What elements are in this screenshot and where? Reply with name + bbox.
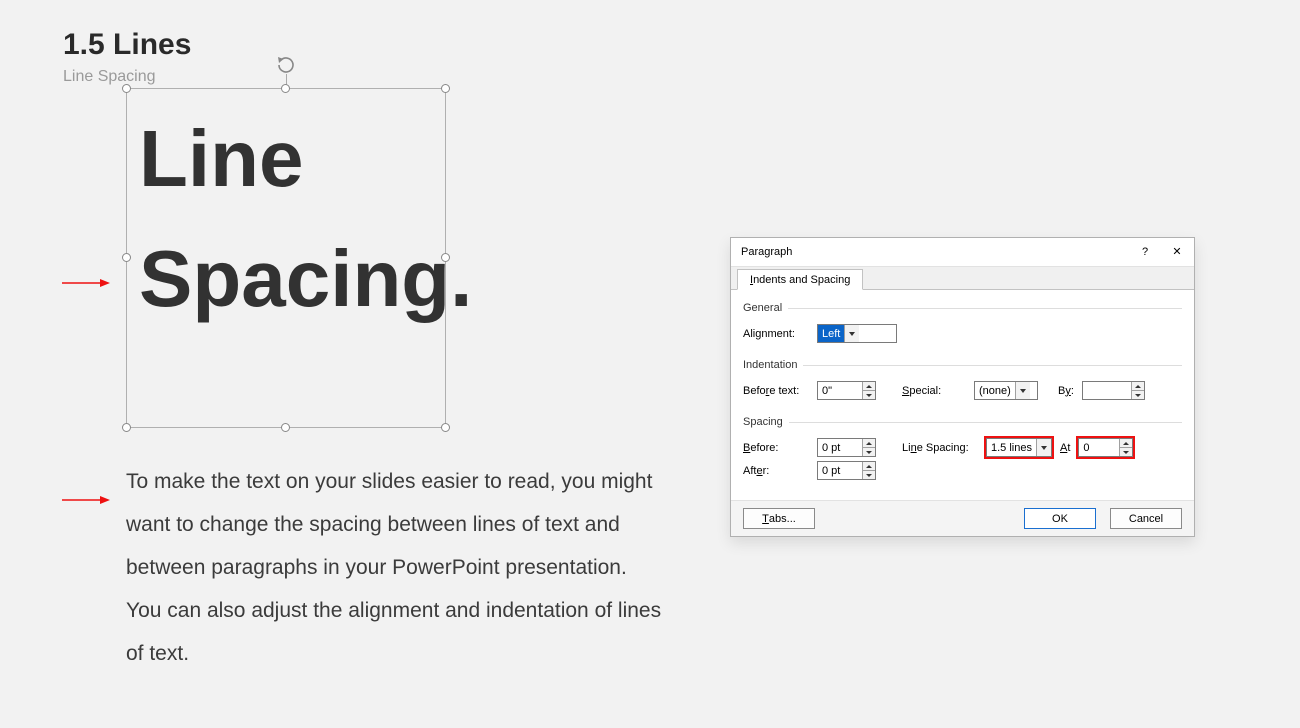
at-spinner[interactable]: 0 [1078, 438, 1133, 457]
alignment-value: Left [818, 325, 844, 342]
tab-label: Indents and Spacing [750, 274, 850, 286]
page-subtitle: Line Spacing [63, 68, 156, 86]
arrow-indicator-2 [62, 495, 110, 505]
resize-handle-tr[interactable] [441, 84, 450, 93]
dialog-title: Paragraph [741, 238, 792, 266]
textbox-content[interactable]: Line Spacing. [127, 89, 445, 339]
group-spacing: Spacing Before: 0 pt Line Spacing: 1.5 l… [743, 416, 1182, 486]
before-text-value: 0" [818, 382, 862, 399]
group-spacing-legend: Spacing [743, 416, 789, 428]
spacing-before-value: 0 pt [818, 439, 862, 456]
by-spinner[interactable] [1082, 381, 1145, 400]
resize-handle-tm[interactable] [281, 84, 290, 93]
spin-down-icon[interactable] [863, 471, 875, 479]
before-text-label: Before text: [743, 385, 809, 397]
chevron-down-icon[interactable] [1015, 382, 1030, 399]
at-value: 0 [1079, 439, 1119, 456]
resize-handle-mr[interactable] [441, 253, 450, 262]
chevron-down-icon[interactable] [844, 325, 859, 342]
paragraph-dialog: Paragraph ? ✕ Indents and Spacing Genera… [730, 237, 1195, 537]
special-label: Special: [902, 385, 966, 397]
resize-handle-ml[interactable] [122, 253, 131, 262]
line-spacing-select[interactable]: 1.5 lines [986, 438, 1052, 457]
group-indentation-legend: Indentation [743, 359, 803, 371]
resize-handle-tl[interactable] [122, 84, 131, 93]
dialog-tabstrip: Indents and Spacing [731, 266, 1194, 290]
textbox-line-1: Line [139, 99, 433, 219]
help-button[interactable]: ? [1138, 238, 1152, 266]
line-spacing-value: 1.5 lines [987, 439, 1036, 456]
resize-handle-br[interactable] [441, 423, 450, 432]
line-spacing-label: Line Spacing: [902, 442, 978, 454]
spin-down-icon[interactable] [863, 391, 875, 399]
arrow-indicator-1 [62, 278, 110, 288]
spacing-before-spinner[interactable]: 0 pt [817, 438, 876, 457]
spacing-after-label: After: [743, 465, 809, 477]
ok-button[interactable]: OK [1024, 508, 1096, 529]
rotate-handle-icon[interactable] [274, 53, 298, 77]
special-select[interactable]: (none) [974, 381, 1038, 400]
spin-up-icon[interactable] [863, 382, 875, 391]
selected-text-box[interactable]: Line Spacing. [126, 88, 446, 428]
body-paragraph: To make the text on your slides easier t… [126, 460, 666, 675]
resize-handle-bm[interactable] [281, 423, 290, 432]
spin-down-icon[interactable] [863, 448, 875, 456]
by-value [1083, 382, 1131, 399]
spin-up-icon[interactable] [863, 462, 875, 471]
spacing-after-value: 0 pt [818, 462, 862, 479]
close-button[interactable]: ✕ [1170, 238, 1184, 266]
spin-down-icon[interactable] [1132, 391, 1144, 399]
spin-up-icon[interactable] [1132, 382, 1144, 391]
by-label: By: [1058, 385, 1074, 397]
group-indentation: Indentation Before text: 0" Special: (no… [743, 359, 1182, 406]
cancel-button[interactable]: Cancel [1110, 508, 1182, 529]
tabs-button[interactable]: Tabs... [743, 508, 815, 529]
group-general: General Alignment: Left [743, 302, 1182, 349]
spin-up-icon[interactable] [1120, 439, 1132, 448]
special-value: (none) [975, 382, 1015, 399]
group-general-legend: General [743, 302, 788, 314]
dialog-titlebar[interactable]: Paragraph ? ✕ [731, 238, 1194, 266]
spacing-before-label: Before: [743, 442, 809, 454]
alignment-label: Alignment: [743, 328, 809, 340]
spin-down-icon[interactable] [1120, 448, 1132, 456]
page-title: 1.5 Lines [63, 28, 191, 62]
textbox-line-2: Spacing. [139, 219, 433, 339]
chevron-down-icon[interactable] [1036, 439, 1051, 456]
alignment-select[interactable]: Left [817, 324, 897, 343]
spacing-after-spinner[interactable]: 0 pt [817, 461, 876, 480]
dialog-body: General Alignment: Left Indentation Befo… [731, 290, 1194, 502]
dialog-footer: Tabs... OK Cancel [731, 500, 1194, 536]
at-label: At [1060, 442, 1070, 454]
spin-up-icon[interactable] [863, 439, 875, 448]
resize-handle-bl[interactable] [122, 423, 131, 432]
tab-indents-and-spacing[interactable]: Indents and Spacing [737, 269, 863, 290]
before-text-spinner[interactable]: 0" [817, 381, 876, 400]
